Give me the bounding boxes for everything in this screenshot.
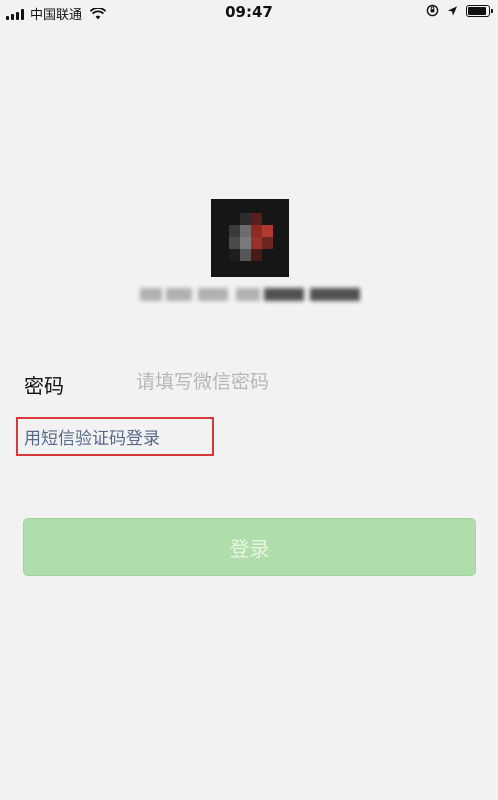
status-bar-time: 09:47	[225, 3, 273, 21]
sms-login-link[interactable]: 用短信验证码登录	[24, 424, 160, 449]
orientation-lock-icon	[426, 4, 439, 17]
login-button[interactable]: 登录	[23, 518, 476, 576]
status-bar: 中国联通 09:47	[0, 0, 498, 24]
battery-icon	[466, 4, 493, 17]
password-input[interactable]	[136, 366, 436, 398]
location-icon	[447, 5, 458, 16]
status-bar-right	[426, 4, 493, 17]
login-screen: 中国联通 09:47 密码 用短信验证码登录 登录	[0, 0, 498, 800]
avatar[interactable]	[211, 199, 289, 277]
account-name-redacted	[140, 284, 362, 304]
avatar-image	[229, 213, 273, 261]
password-label: 密码	[24, 374, 64, 398]
